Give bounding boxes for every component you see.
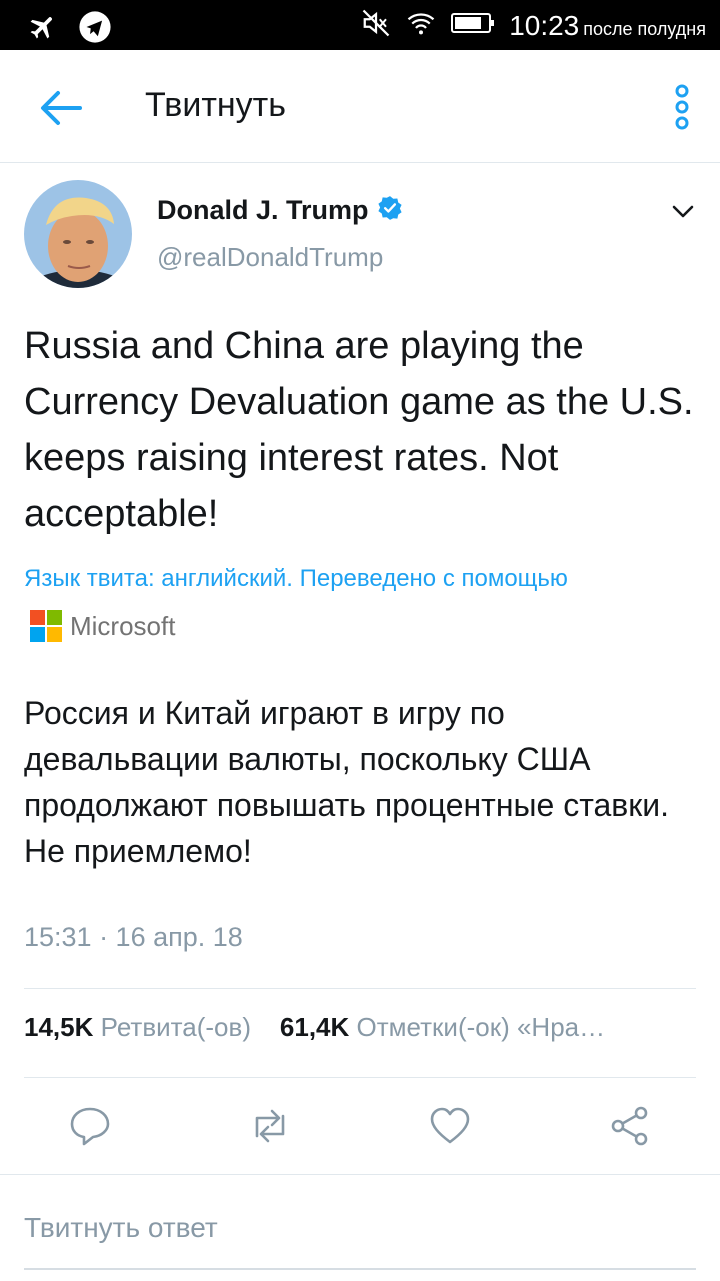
likes-stat[interactable]: 61,4K Отметки(-ок) «Нра… [280, 1012, 605, 1042]
more-vertical-icon [675, 84, 689, 130]
heart-icon [430, 1107, 470, 1144]
telegram-icon [78, 10, 112, 49]
status-bar: 10:23 после полудня [0, 0, 720, 50]
retweets-count: 14,5K [24, 1012, 94, 1042]
share-button[interactable] [608, 1104, 652, 1148]
overflow-menu-button[interactable] [672, 84, 692, 130]
translated-text: Россия и Китай играют в игру по девальва… [24, 695, 670, 869]
battery-icon [451, 11, 495, 40]
microsoft-icon [30, 609, 62, 642]
reply-button[interactable] [68, 1104, 112, 1148]
translation-notice[interactable]: Язык твита: английский. Переведено с пом… [24, 556, 644, 649]
share-icon [611, 1106, 648, 1146]
clock-suffix: после полудня [583, 18, 706, 39]
translation-note: Язык твита: английский. Переведено с пом… [24, 565, 568, 592]
app-bar: Твитнуть [0, 50, 720, 163]
retweet-button[interactable] [248, 1104, 292, 1148]
back-button[interactable] [38, 88, 82, 128]
reply-input[interactable]: Твитнуть ответ [24, 1212, 218, 1244]
retweets-label: Ретвита(-ов) [100, 1012, 251, 1042]
wifi-icon [405, 8, 437, 43]
verified-badge-icon [377, 195, 403, 226]
reply-icon [70, 1107, 110, 1146]
divider [24, 1077, 696, 1078]
microsoft-logo: Microsoft [30, 603, 175, 649]
mute-icon [361, 8, 391, 43]
reply-underline [24, 1268, 696, 1270]
divider [24, 988, 696, 989]
avatar[interactable] [24, 180, 132, 288]
airplane-mode-icon [28, 12, 58, 47]
retweets-stat[interactable]: 14,5K Ретвита(-ов) [24, 1012, 251, 1042]
author-handle[interactable]: @realDonaldTrump [157, 242, 383, 273]
tweet-stats: 14,5K Ретвита(-ов) 61,4K Отметки(-ок) «Н… [24, 1012, 605, 1043]
tweet-actions [0, 1090, 720, 1160]
author-name[interactable]: Donald J. Trump [157, 195, 369, 226]
tweet-text: Russia and China are playing the Currenc… [24, 325, 694, 535]
back-arrow-icon [41, 91, 82, 125]
like-button[interactable] [428, 1104, 472, 1148]
page-title: Твитнуть [145, 86, 286, 124]
tweet-options-button[interactable] [670, 198, 696, 224]
translation-provider: Microsoft [70, 610, 176, 641]
retweet-icon [255, 1109, 285, 1143]
chevron-down-icon [672, 205, 694, 218]
clock: 10:23 [509, 9, 580, 41]
tweet-timestamp: 15:31 · 16 апр. 18 [24, 922, 243, 952]
likes-label: Отметки(-ок) «Нра… [356, 1012, 606, 1042]
likes-count: 61,4K [279, 1012, 350, 1042]
